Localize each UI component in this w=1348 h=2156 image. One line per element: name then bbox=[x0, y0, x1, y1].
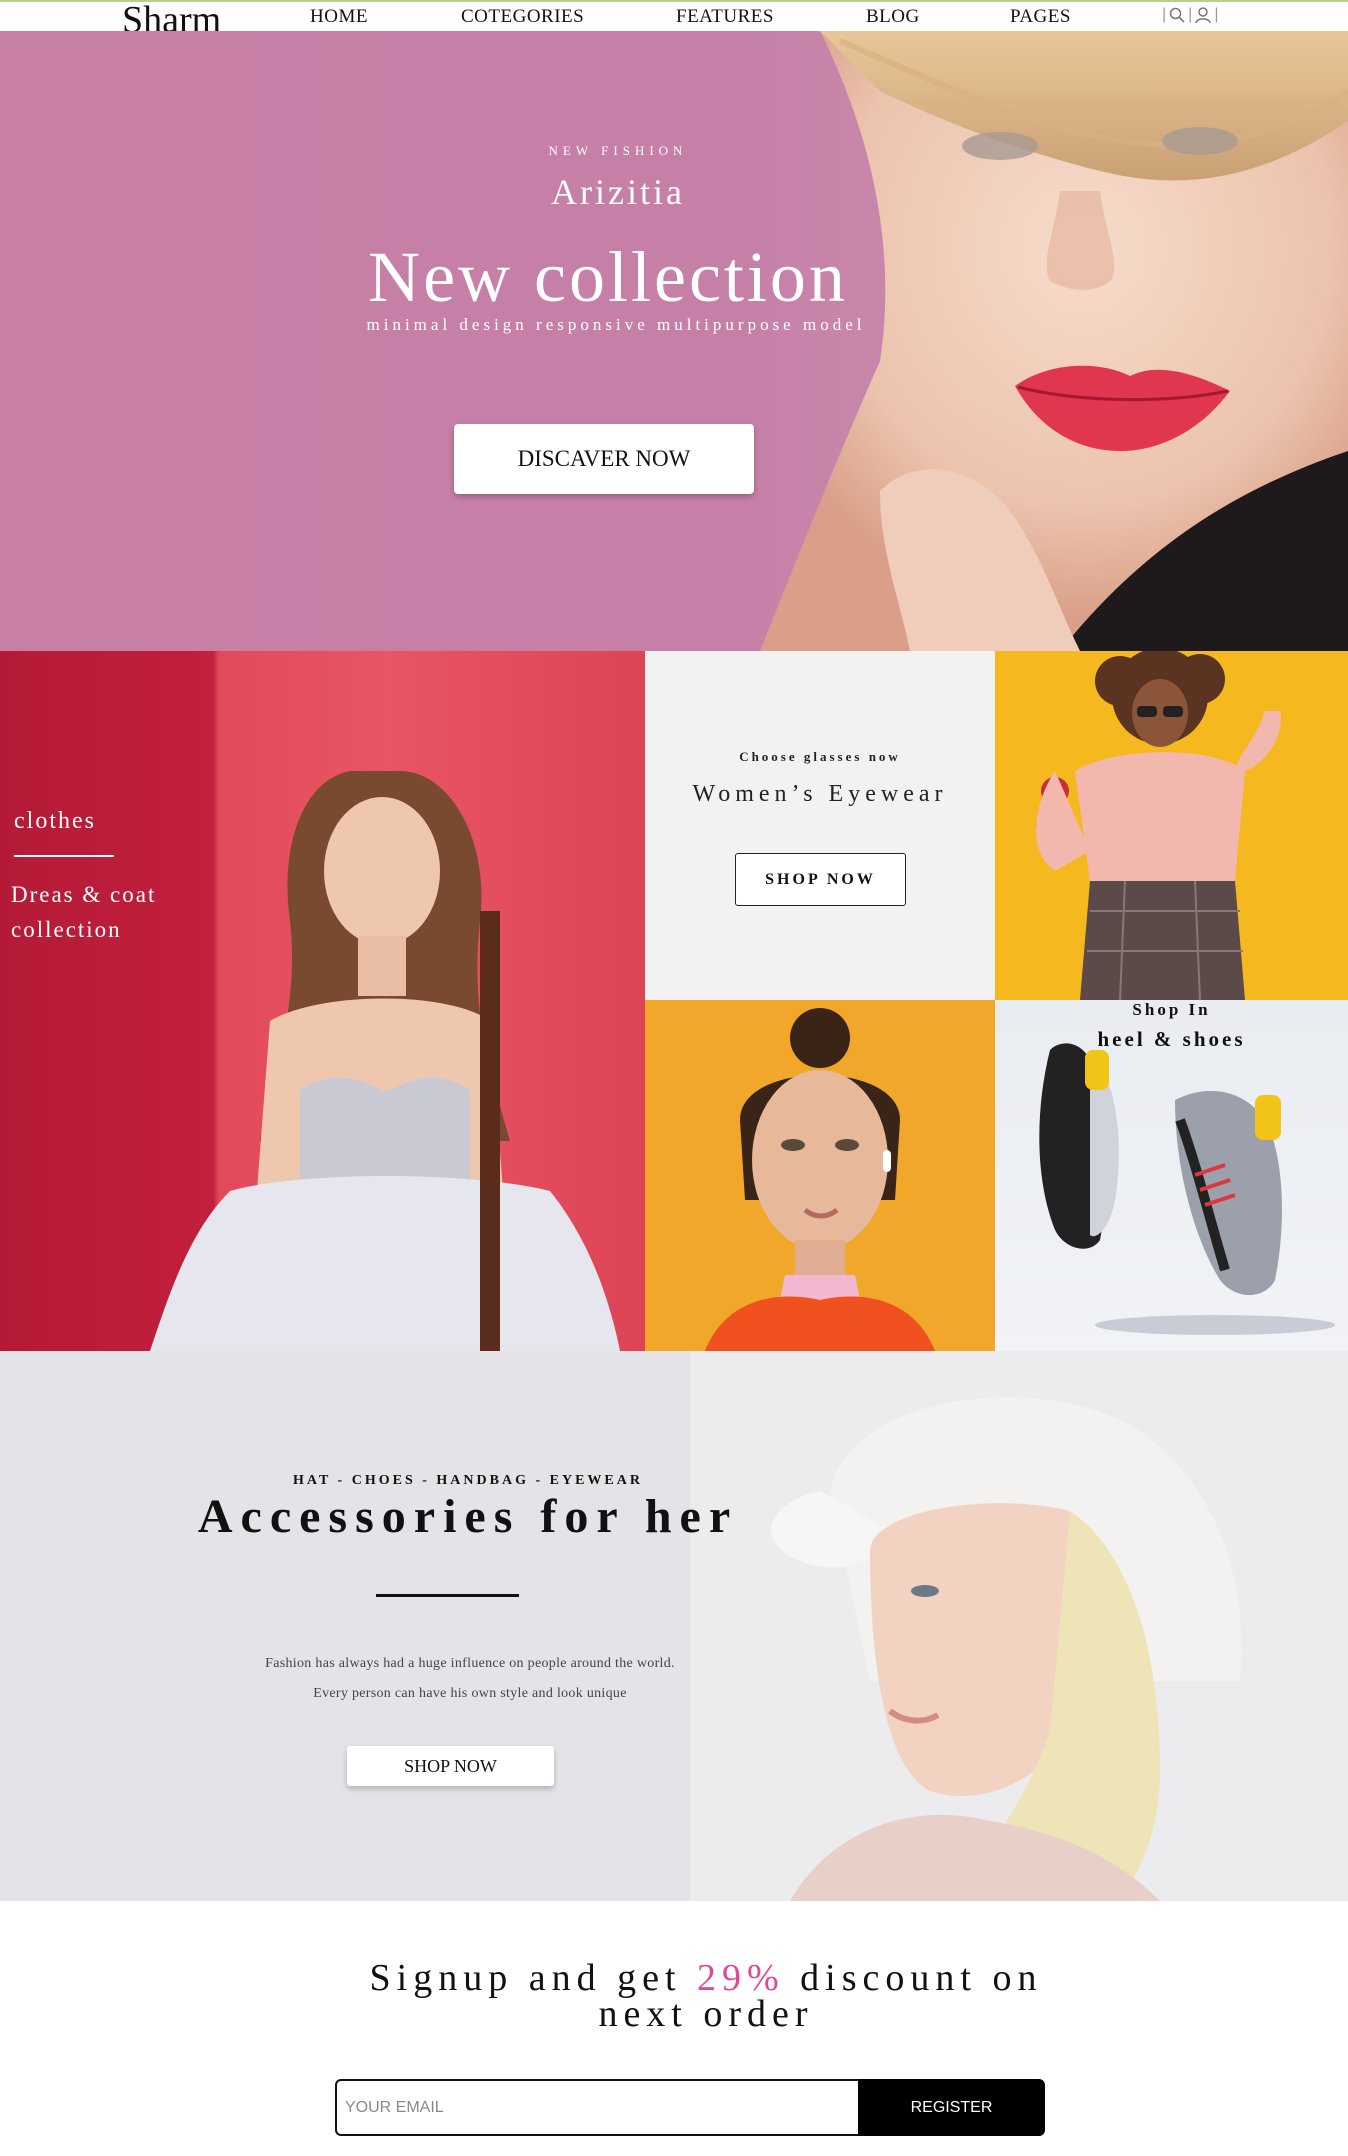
clothes-title: Dreas & coat collection bbox=[11, 882, 157, 942]
earbuds-model-image bbox=[705, 1008, 935, 1351]
eyewear-title: Women’s Eyewear bbox=[692, 781, 948, 807]
nav-categories[interactable]: COTEGORIES bbox=[461, 6, 584, 28]
signup-heading: Signup and get 29% discount on next orde… bbox=[0, 1957, 1348, 2035]
email-input[interactable] bbox=[335, 2079, 858, 2136]
clothes-panel[interactable]: clothes Dreas & coat collection bbox=[0, 651, 645, 1351]
nav-icons: | | | bbox=[1162, 6, 1218, 24]
eyewear-shop-now-button[interactable]: SHOP NOW bbox=[735, 853, 906, 906]
hero-title: New collection bbox=[368, 237, 848, 317]
sweater-panel[interactable] bbox=[995, 651, 1348, 1000]
accessories-text-line-2: Every person can have his own style and … bbox=[313, 1686, 627, 1701]
signup-heading-line-1: Signup and get 29% discount on bbox=[0, 1957, 1348, 1999]
accessories-overline: HAT - CHOES - HANDBAG - EYEWEAR bbox=[293, 1473, 643, 1488]
register-button[interactable]: REGISTER bbox=[858, 2079, 1045, 2136]
divider: | bbox=[1188, 6, 1193, 23]
sweater-model-image bbox=[1036, 651, 1281, 1000]
hero-banner: NEW FISHION Arizitia New collection mini… bbox=[0, 31, 1348, 651]
divider: | bbox=[1162, 6, 1167, 23]
nav-blog[interactable]: BLOG bbox=[866, 6, 920, 28]
accessories-text-line-1: Fashion has always had a huge influence … bbox=[265, 1656, 675, 1671]
shoes-overline: Shop In bbox=[1132, 1000, 1211, 1019]
accessories-model-image bbox=[690, 1351, 1348, 1901]
nav-home[interactable]: HOME bbox=[310, 6, 368, 28]
earbuds-panel[interactable] bbox=[645, 1000, 995, 1351]
hero-brand: Arizitia bbox=[551, 172, 685, 212]
signup-form: REGISTER bbox=[335, 2079, 1045, 2136]
search-icon[interactable] bbox=[1168, 6, 1186, 24]
top-nav: Sharm HOME COTEGORIES FEATURES BLOG PAGE… bbox=[0, 0, 1348, 41]
clothes-label: clothes bbox=[14, 808, 96, 834]
accessories-title: Accessories for her bbox=[197, 1490, 739, 1543]
eyewear-panel: Choose glasses now Women’s Eyewear SHOP … bbox=[645, 651, 995, 1000]
accessories-shop-now-button[interactable]: SHOP NOW bbox=[347, 1746, 554, 1786]
nav-pages[interactable]: PAGES bbox=[1010, 6, 1071, 28]
accessories-section: HAT - CHOES - HANDBAG - EYEWEAR Accessor… bbox=[0, 1351, 1348, 1901]
signup-heading-line-2: next order bbox=[598, 1993, 814, 2035]
hero-subtitle: minimal design responsive multipurpose m… bbox=[366, 315, 866, 334]
hero-model-image bbox=[760, 31, 1348, 651]
accessories-description: Fashion has always had a huge influence … bbox=[0, 1649, 940, 1709]
sneakers-image bbox=[1039, 1043, 1335, 1335]
eyewear-overline: Choose glasses now bbox=[739, 749, 901, 764]
hero-overline: NEW FISHION bbox=[548, 143, 688, 158]
shoes-panel[interactable]: Shop In heel & shoes bbox=[995, 1000, 1348, 1351]
signup-text-after: discount on bbox=[800, 1957, 1043, 1999]
clothes-model-image bbox=[150, 771, 620, 1351]
user-icon[interactable] bbox=[1194, 6, 1212, 24]
divider: | bbox=[1214, 6, 1219, 23]
nav-features[interactable]: FEATURES bbox=[676, 6, 774, 28]
discover-now-button[interactable]: DISCAVER NOW bbox=[454, 424, 754, 494]
accessories-divider bbox=[376, 1594, 519, 1597]
shoes-title: heel & shoes bbox=[1097, 1027, 1246, 1051]
clothes-underline bbox=[14, 855, 114, 857]
